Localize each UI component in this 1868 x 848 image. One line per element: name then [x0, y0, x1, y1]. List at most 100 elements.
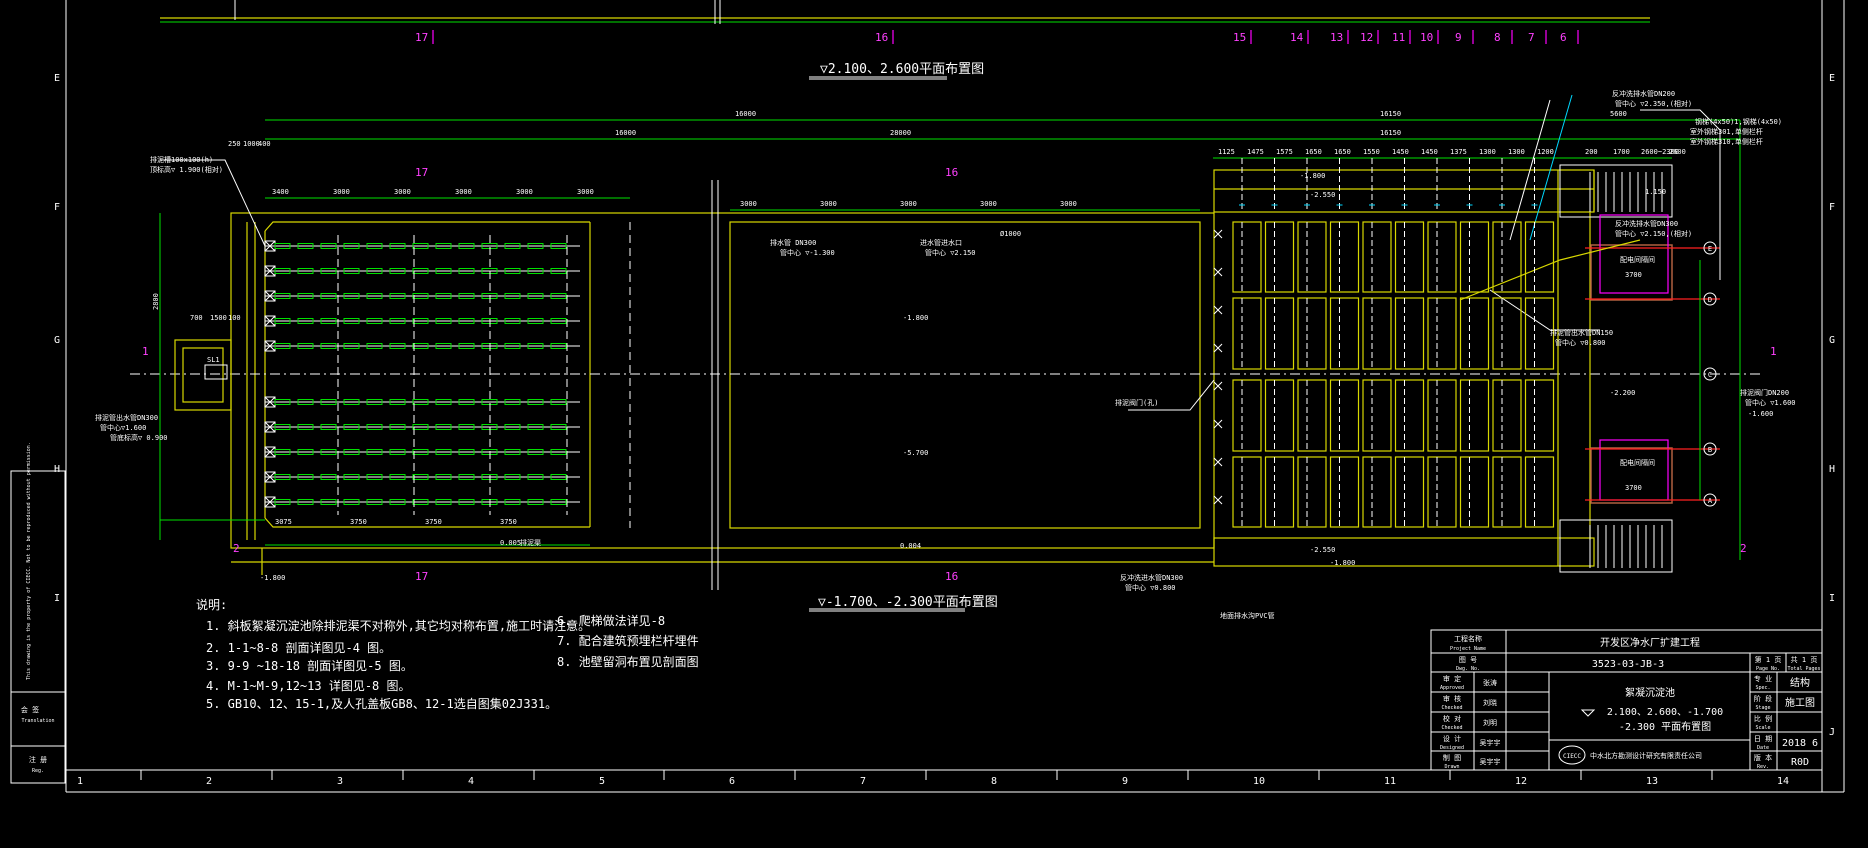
strip-label-en: Translation	[21, 718, 54, 724]
filter-cell	[1329, 297, 1360, 370]
filter-cell	[1394, 297, 1425, 370]
axis-number: 17	[415, 31, 428, 44]
stair-lower	[1559, 519, 1673, 573]
dim-bay: 3075	[275, 518, 292, 526]
annotation-left-top: 顶标高▽ 1.900(相对)	[150, 165, 223, 174]
tb-value: 2018 6	[1782, 738, 1818, 749]
tb-label: Drawn	[1444, 764, 1459, 770]
dim-bay: 3000	[516, 188, 533, 196]
axis-label-17: 17	[415, 570, 428, 583]
dim-mid-total: 28000	[890, 129, 911, 137]
frame-column-number: 4	[468, 776, 474, 787]
tb-label: 日 期	[1754, 735, 1772, 743]
annotation-left-top: 排泥槽100x100(h)	[150, 155, 213, 164]
filter-cell	[1459, 221, 1490, 293]
note-item: 1. 斜板絮凝沉淀池除排泥渠不对称外,其它均对称布置,施工时请注意。	[206, 618, 590, 633]
drawing-title: -2.300 平面布置图	[1619, 721, 1711, 733]
frame-column-number: 9	[1122, 776, 1128, 787]
annotation-right-top: 反冲洗排水管DN200	[1612, 89, 1675, 98]
annotation-mid: 管中心 ▽-1.300	[780, 248, 835, 257]
leader-line	[1489, 289, 1600, 331]
tb-label: 工程名称	[1454, 634, 1482, 643]
bottom-channel	[1213, 537, 1595, 567]
dim-bay: 1200	[1537, 148, 1554, 156]
annotation-mid: 排水管 DN300	[770, 238, 816, 247]
axis-number: 13	[1330, 31, 1343, 44]
annotation-right-top: 管中心 ▽2.350,(相对)	[1615, 99, 1692, 108]
dim-bay: 3000	[1060, 200, 1077, 208]
axis-number: 12	[1360, 31, 1373, 44]
filter-cell	[1524, 221, 1555, 293]
level-marker: 1.150	[1645, 188, 1666, 196]
dim-bay: 3750	[500, 518, 517, 526]
filter-cell	[1264, 379, 1295, 452]
section-mark: 1	[142, 345, 149, 358]
filter-cell	[1264, 221, 1295, 293]
grid-letter: B	[1708, 446, 1712, 454]
frame-column-numbers: 1 2 3 4 5 6 7 8 9 10 11 12 13 14	[77, 770, 1789, 787]
note-item: 8. 池壁留洞布置见剖面图	[557, 654, 699, 669]
filter-cell	[1492, 456, 1522, 528]
frame-row-letter: E	[1829, 73, 1835, 84]
axis-number: 15	[1233, 31, 1246, 44]
tb-label: Checked	[1441, 705, 1462, 711]
filter-cell	[1362, 379, 1392, 452]
cad-drawing-canvas[interactable]: 1 2 3 4 5 6 7 8 9 10 11 12 13 14 EFGHIEFGHIJ This dra…	[0, 0, 1868, 848]
frame-column-number: 5	[599, 776, 605, 787]
filter-cell	[1492, 297, 1522, 370]
dim-bay: 3000	[820, 200, 837, 208]
axis-number: 16	[875, 31, 888, 44]
annotation-right-far: 室外钢梯310,单侧栏杆	[1690, 137, 1763, 146]
dim-bay: 3750	[425, 518, 442, 526]
note-item: 2. 1-1~8-8 剖面详图见-4 图。	[206, 640, 391, 655]
annotation-right-far: 室外钢梯301,单侧栏杆	[1690, 127, 1763, 136]
section-mark: 2	[233, 542, 240, 555]
annotation-left-bottom: 管底标高▽ 0.900	[110, 433, 168, 442]
bay-dimensions: 3400 3000 3000 3000 3000 3000 3000 3000 3000 3000…	[272, 148, 1686, 526]
drawing-frame	[65, 0, 1845, 793]
filter-cell	[1459, 379, 1490, 452]
frame-row-letter: F	[54, 202, 60, 213]
dim-top-total: 16000	[735, 110, 756, 118]
grid-letter: C	[1708, 371, 1712, 379]
axis-number: 14	[1290, 31, 1304, 44]
dim-bay: 1550	[1363, 148, 1380, 156]
design-notes: 说明: 1. 斜板絮凝沉淀池除排泥渠不对称外,其它均对称布置,施工时请注意。 2…	[196, 597, 699, 711]
filter-cell	[1329, 379, 1360, 452]
frame-row-letter: E	[54, 73, 60, 84]
dim-top-label: 16000	[615, 129, 636, 137]
dim-bay: 1125	[1218, 148, 1235, 156]
tb-label: 制 图	[1443, 753, 1461, 762]
tb-label: 审 定	[1443, 674, 1461, 683]
annotation-bottom-right2: 地面排水沟PVC管	[1220, 611, 1275, 620]
filter-cell	[1329, 221, 1360, 293]
note-item: 4. M-1~M-9,12~13 详图见-8 图。	[206, 678, 411, 693]
valve-x-icon	[1213, 229, 1223, 239]
filter-cell	[1232, 379, 1262, 452]
tb-label: Rev.	[1757, 764, 1769, 770]
filter-cell	[1362, 297, 1392, 370]
valve-x-icon	[1213, 305, 1223, 315]
tb-label: Dwg. No.	[1456, 666, 1480, 672]
sl1-box	[204, 364, 228, 380]
lower-plan-title: ▽-1.700、-2.300平面布置图	[818, 595, 998, 610]
tb-label: 设 计	[1443, 734, 1461, 743]
frame-row-letter: F	[1829, 202, 1835, 213]
frame-row-letter: H	[1829, 464, 1835, 475]
tb-label: Scale	[1755, 725, 1770, 731]
annotation-left-bottom: 排泥管出水管DN300	[95, 413, 158, 422]
dim-right-total: 16150	[1380, 110, 1401, 118]
filter-cell	[1232, 297, 1262, 370]
filter-cell	[1362, 456, 1392, 528]
frame-column-number: 14	[1777, 776, 1789, 787]
axis-number: 7	[1528, 31, 1535, 44]
filter-cell	[1459, 456, 1490, 528]
filter-cell	[1297, 297, 1327, 370]
filter-cell	[1297, 379, 1327, 452]
dim-bay: 200	[1585, 148, 1598, 156]
dim-bay: 1575	[1276, 148, 1293, 156]
level-marker: -2.200	[1610, 389, 1635, 397]
slope-label: 0.004	[900, 542, 921, 550]
strip-label-en: Reg.	[32, 768, 44, 774]
tb-label: Page No.	[1756, 666, 1780, 672]
